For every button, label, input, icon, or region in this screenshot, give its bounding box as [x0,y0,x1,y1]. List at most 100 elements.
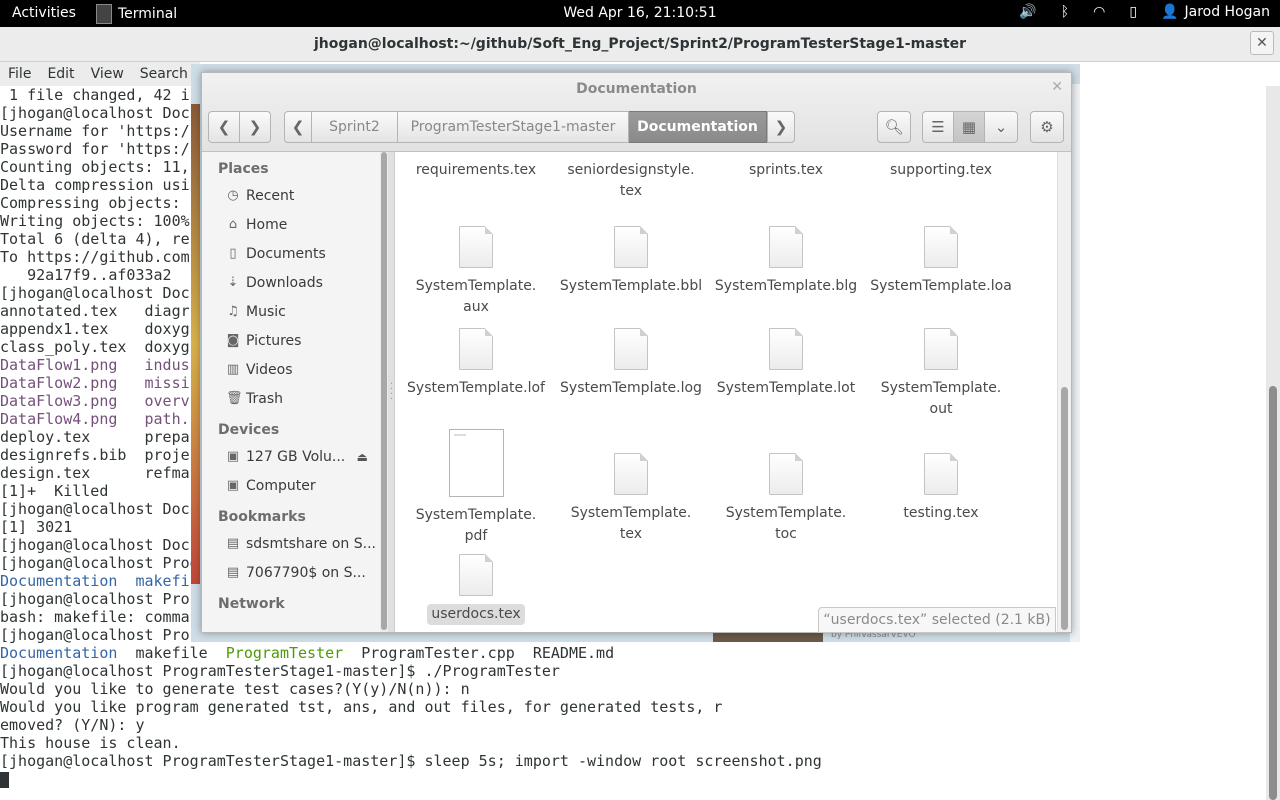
film-icon: ▥ [226,362,240,377]
terminal-scroll-thumb[interactable] [1269,386,1277,800]
sidebar-scrollbar[interactable] [380,152,388,632]
sidebar-item-music[interactable]: ♫ Music [202,297,380,326]
file-name: SystemTemplate. [725,505,847,521]
sidebar-item-downloads[interactable]: ⇣ Downloads [202,268,380,297]
sidebar-item-pictures[interactable]: ◙ Pictures [202,326,380,355]
file-name: SystemTemplate. [415,507,537,523]
chevron-down-icon: ⌄ [994,118,1008,136]
download-icon: ⇣ [227,275,239,290]
text-file-icon [769,226,803,268]
view-options-button[interactable]: ⌄ [984,111,1018,143]
app-menu[interactable]: Terminal [96,2,183,26]
chevron-right-icon: ❯ [774,118,788,136]
wifi-icon[interactable]: ◠ [1093,4,1105,20]
file-grid-scroll-thumb[interactable] [1061,387,1068,630]
text-file-icon [924,453,958,495]
terminal-prompt-line[interactable] [0,770,1266,788]
file-item[interactable]: SystemTemplate. out [866,328,1016,420]
file-name-cont: pdf [464,528,488,544]
terminal-close-button[interactable]: ✕ [1250,31,1274,55]
menu-view[interactable]: View [83,62,132,86]
file-item[interactable]: seniordesignstyle. tex [556,152,706,202]
video-thumbnail[interactable] [713,632,823,642]
sidebar-item-trash[interactable]: 🗑︎ Trash [202,384,380,413]
list-view-button[interactable]: ☰ [922,111,954,143]
file-grid[interactable]: requirements.tex seniordesignstyle. tex s… [395,152,1057,632]
text-file-icon [614,453,648,495]
document-icon: ▯ [229,246,237,261]
sidebar-item-videos[interactable]: ▥ Videos [202,355,380,384]
menu-file[interactable]: File [0,62,39,86]
files-window[interactable]: Documentation ✕ ❮ ❯ ❮ Sprint2 ProgramTes… [201,72,1072,633]
sidebar-item-documents[interactable]: ▯ Documents [202,239,380,268]
file-name: SystemTemplate. [880,380,1002,396]
battery-icon[interactable]: ▯ [1129,4,1137,20]
sidebar-item-bookmark[interactable]: ▤ sdsmtshare on S... [202,529,380,558]
files-headerbar[interactable]: Documentation ✕ ❮ ❯ ❮ Sprint2 ProgramTes… [202,73,1071,152]
file-grid-scrollbar[interactable] [1057,152,1071,632]
camera-icon: ◙ [226,333,240,348]
file-name-cont: aux [463,299,489,315]
menu-search[interactable]: Search [132,62,196,86]
system-tray[interactable]: 🔊 ᛒ ◠ ▯ 👤 Jarod Hogan [1019,4,1270,20]
activities-button[interactable]: Activities [12,5,76,21]
bluetooth-icon[interactable]: ᛒ [1061,4,1069,20]
file-item[interactable]: SystemTemplate. tex [556,453,706,545]
sidebar-item-bookmark[interactable]: ▤ 7067790$ on S... [202,558,380,587]
terminal-cursor [0,771,9,788]
file-item[interactable]: SystemTemplate.loa [866,226,1016,297]
file-name: SystemTemplate.blg [714,278,858,294]
files-sidebar: Places ◷ Recent ⌂ Home ▯ Documents ⇣ Downloa… [202,152,381,632]
breadcrumb-scroll-left[interactable]: ❮ [284,111,312,143]
back-button[interactable]: ❮ [208,111,240,143]
file-item[interactable]: testing.tex [866,453,1016,524]
breadcrumb-programtesterstage1-master[interactable]: ProgramTesterStage1-master [398,111,629,143]
file-item[interactable]: SystemTemplate.lof [401,328,551,399]
file-item[interactable]: SystemTemplate. aux [401,226,551,318]
search-button[interactable]: 🔍︎ [877,111,911,143]
grid-view-button[interactable]: ▦ [953,111,985,143]
terminal-scrollbar[interactable] [1266,86,1280,800]
breadcrumb-scroll-right[interactable]: ❯ [767,111,795,143]
forward-button[interactable]: ❯ [239,111,271,143]
file-item[interactable]: supporting.tex [866,152,1016,181]
trash-icon: 🗑︎ [226,391,243,406]
sidebar-item-label: Music [246,303,286,320]
sidebar-item-label: Trash [246,390,283,407]
user-menu[interactable]: 👤 Jarod Hogan [1161,4,1270,20]
top-bar: Activities Terminal Wed Apr 16, 21:10:51… [0,0,1280,27]
file-item[interactable]: SystemTemplate.blg [711,226,861,297]
sidebar-scroll-thumb[interactable] [381,152,387,630]
menu-edit[interactable]: Edit [39,62,82,86]
list-view-icon: ☰ [931,118,945,136]
network-folder-icon: ▤ [226,565,240,580]
file-name: seniordesignstyle. [567,162,695,178]
file-item-selected[interactable]: userdocs.tex [401,554,551,625]
sidebar-item-volume[interactable]: ▣ 127 GB Volu... ⏏ [202,442,380,471]
file-item[interactable]: requirements.tex [401,152,551,181]
terminal-titlebar[interactable]: jhogan@localhost:~/github/Soft_Eng_Proje… [0,27,1280,62]
breadcrumb-sprint2[interactable]: Sprint2 [312,111,398,143]
file-name: SystemTemplate.bbl [559,278,703,294]
file-item[interactable]: SystemTemplate.bbl [556,226,706,297]
sidebar-item-computer[interactable]: ▣ Computer [202,471,380,500]
file-name-cont: tex [619,526,643,542]
volume-icon[interactable]: 🔊 [1019,4,1036,20]
pane-divider[interactable]: · · · · [388,152,395,632]
terminal-line: [jhogan@localhost ProgramTesterStage1-ma… [0,662,560,680]
settings-button[interactable]: ⚙ [1030,111,1064,143]
file-item[interactable]: SystemTemplate.lot [711,328,861,399]
files-close-button[interactable]: ✕ [1051,79,1063,95]
file-item[interactable]: SystemTemplate. pdf [401,429,551,547]
breadcrumb-documentation[interactable]: Documentation [629,111,767,143]
ls-entry-programtester: ProgramTester [225,644,344,662]
sidebar-item-recent[interactable]: ◷ Recent [202,181,380,210]
file-item[interactable]: SystemTemplate. toc [711,453,861,545]
file-item[interactable]: sprints.tex [711,152,861,181]
terminal-menubar: File Edit View Search [0,62,200,86]
sidebar-item-home[interactable]: ⌂ Home [202,210,380,239]
eject-icon[interactable]: ⏏ [357,450,368,464]
sidebar-item-label: Videos [246,361,293,378]
file-item[interactable]: SystemTemplate.log [556,328,706,399]
file-name: SystemTemplate. [415,278,537,294]
